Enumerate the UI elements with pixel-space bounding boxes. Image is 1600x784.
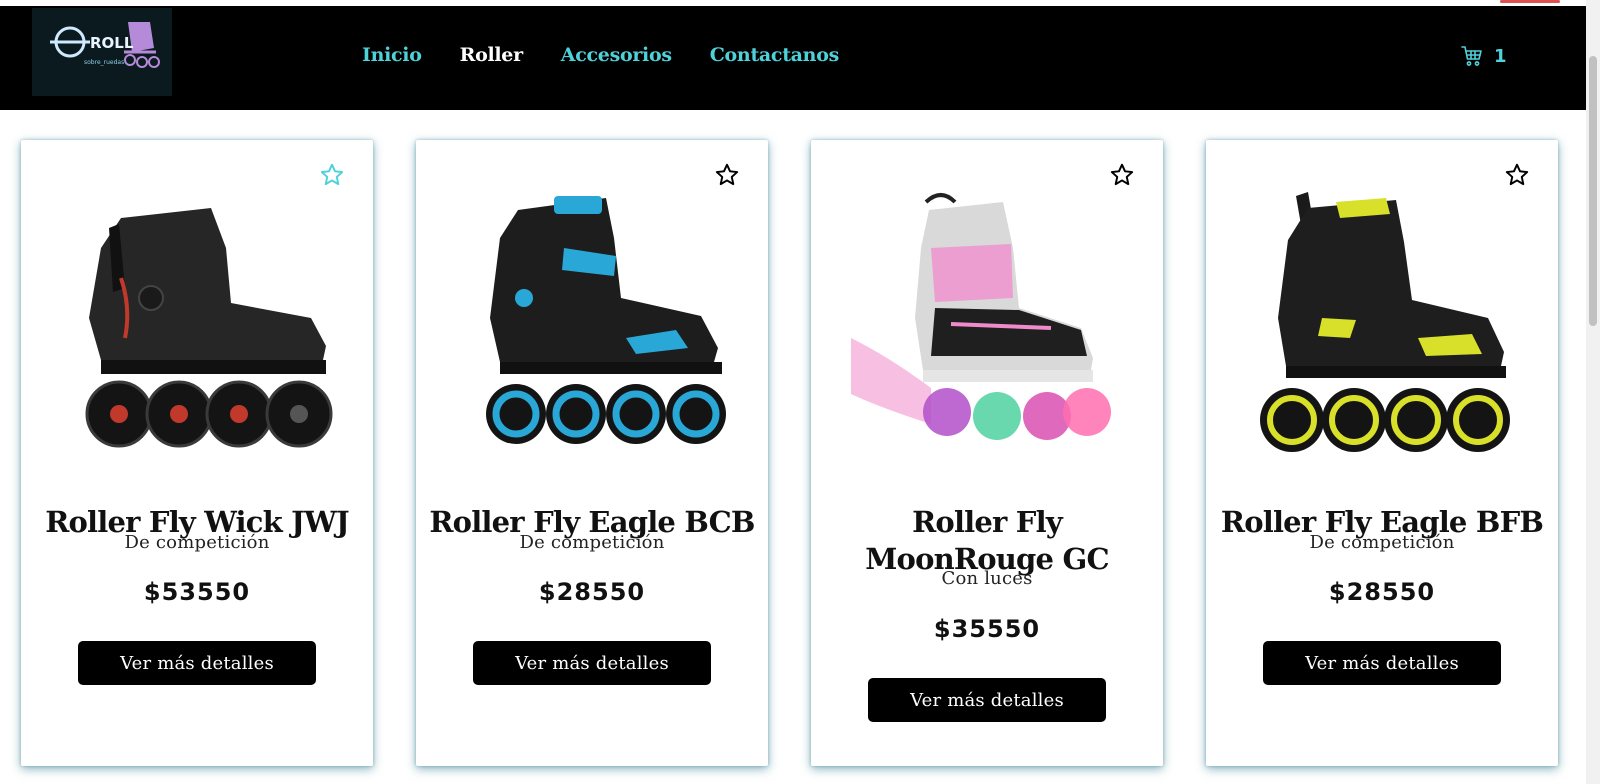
page-scrollbar[interactable] xyxy=(1586,0,1600,784)
cart-icon xyxy=(1461,46,1482,66)
cart-count: 1 xyxy=(1494,45,1507,67)
product-subtitle: Con luces xyxy=(941,568,1033,589)
navbar: ROLL sobre_ruedas Inicio Roller Accesori… xyxy=(0,6,1586,110)
favorite-star-icon[interactable] xyxy=(714,162,740,188)
view-details-button[interactable]: Ver más detalles xyxy=(78,641,316,685)
product-title: Roller Fly MoonRouge GC xyxy=(865,505,1109,577)
view-details-button[interactable]: Ver más detalles xyxy=(473,641,711,685)
product-subtitle: De competición xyxy=(1309,532,1455,553)
product-card: Roller Fly Eagle BCB De competición $285… xyxy=(416,140,768,766)
logo-subtext: sobre_ruedas xyxy=(84,59,124,66)
nav-link-contactanos[interactable]: Contactanos xyxy=(710,44,840,66)
product-subtitle: De competición xyxy=(519,532,665,553)
nav-link-roller[interactable]: Roller xyxy=(460,44,524,66)
favorite-star-icon[interactable] xyxy=(319,162,345,188)
product-price: $35550 xyxy=(933,615,1041,643)
scrollbar-thumb[interactable] xyxy=(1589,56,1597,326)
cart-button[interactable]: 1 xyxy=(1460,44,1507,68)
product-subtitle: De competición xyxy=(124,532,270,553)
product-price: $53550 xyxy=(143,578,251,606)
product-card: Roller Fly Wick JWJ De competición $5355… xyxy=(21,140,373,766)
product-image[interactable] xyxy=(851,188,1123,468)
product-image[interactable] xyxy=(456,188,728,468)
view-details-button[interactable]: Ver más detalles xyxy=(1263,641,1501,685)
product-card: Roller Fly MoonRouge GC Con luces $35550… xyxy=(811,140,1163,766)
view-details-button[interactable]: Ver más detalles xyxy=(868,678,1106,722)
product-image[interactable] xyxy=(61,188,333,468)
favorite-star-icon[interactable] xyxy=(1109,162,1135,188)
product-image[interactable] xyxy=(1246,188,1518,468)
nav-link-accesorios[interactable]: Accesorios xyxy=(561,44,672,66)
brand-logo[interactable]: ROLL sobre_ruedas xyxy=(32,8,172,96)
main-nav: Inicio Roller Accesorios Contactanos xyxy=(362,44,877,66)
product-card: Roller Fly Eagle BFB De competición $285… xyxy=(1206,140,1558,766)
logo-wordmark: ROLL xyxy=(90,34,134,52)
favorite-star-icon[interactable] xyxy=(1504,162,1530,188)
product-price: $28550 xyxy=(538,578,646,606)
browser-tab-indicator xyxy=(1500,0,1560,3)
nav-link-inicio[interactable]: Inicio xyxy=(362,44,422,66)
product-price: $28550 xyxy=(1328,578,1436,606)
